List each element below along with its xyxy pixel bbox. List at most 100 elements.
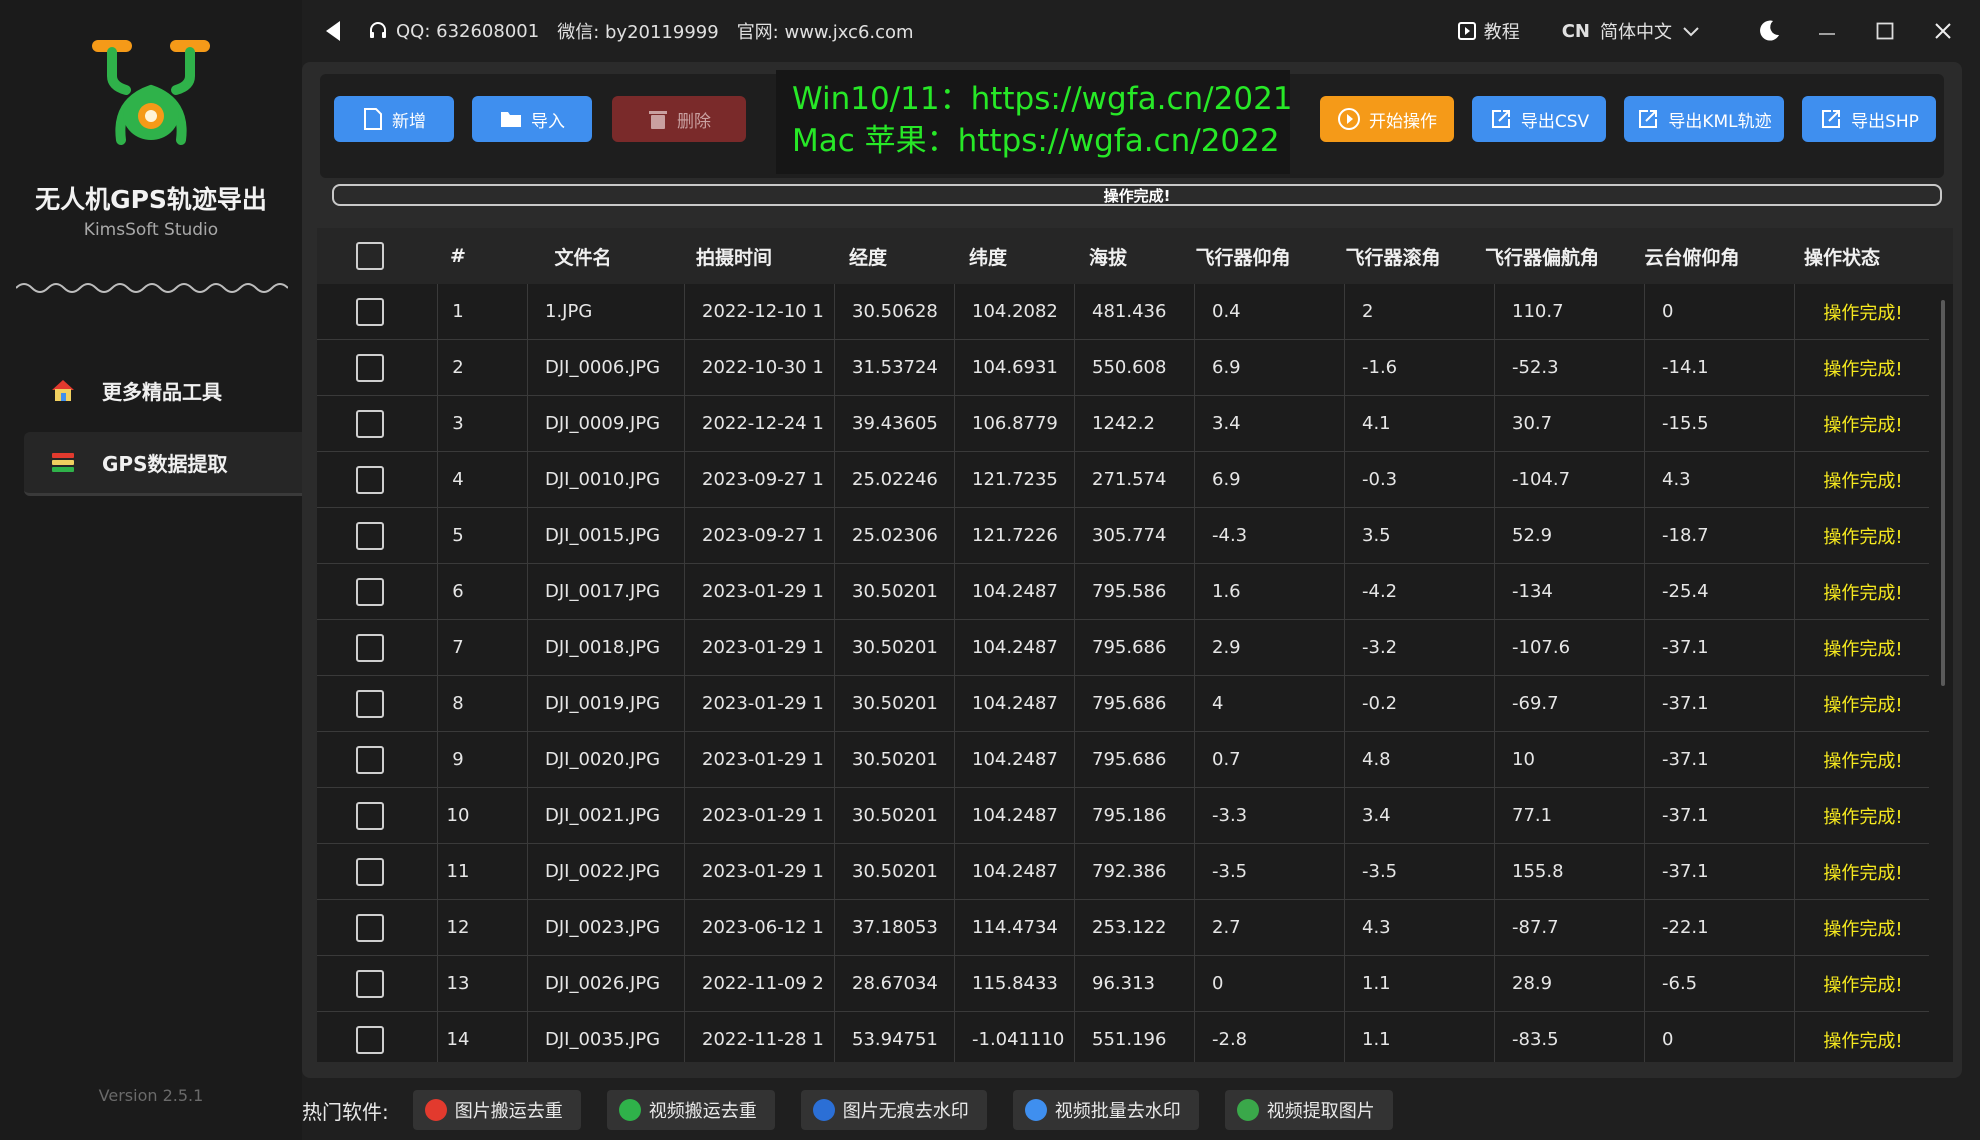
column-header-pitch[interactable]: 飞行器仰角 xyxy=(1169,228,1317,284)
table-row[interactable]: 1 1.JPG 2022-12-10 1 30.50628 104.2082 481.43… xyxy=(317,284,1929,340)
row-checkbox[interactable] xyxy=(356,913,384,942)
table-row[interactable]: 4 DJI_0010.JPG 2023-09-27 1 25.02246 121.723… xyxy=(317,452,1929,508)
cell-gimbal: 0 xyxy=(1662,301,1674,322)
promo-line-mac[interactable]: Mac 苹果：https://wgfa.cn/2022 xyxy=(792,120,1290,162)
row-checkbox[interactable] xyxy=(356,409,384,438)
row-checkbox[interactable] xyxy=(356,689,384,718)
export-shp-button[interactable]: 导出SHP xyxy=(1802,96,1936,142)
minimize-button[interactable] xyxy=(1798,0,1856,62)
row-select-cell[interactable] xyxy=(317,788,423,843)
row-checkbox[interactable] xyxy=(356,1025,384,1054)
table-row[interactable]: 14 DJI_0035.JPG 2022-11-28 1 53.94751 -1.041… xyxy=(317,1012,1929,1062)
sidebar-item-more-tools[interactable]: 更多精品工具 xyxy=(24,358,302,422)
column-header-index[interactable]: # xyxy=(433,228,483,284)
row-checkbox[interactable] xyxy=(356,577,384,606)
row-checkbox[interactable] xyxy=(356,521,384,550)
row-select-cell[interactable] xyxy=(317,900,423,955)
start-label: 开始操作 xyxy=(1369,111,1437,132)
table-scrollbar[interactable] xyxy=(1941,300,1945,686)
hot-software-item[interactable]: 图片无痕去水印 xyxy=(800,1090,987,1130)
add-button[interactable]: 新增 xyxy=(334,96,454,142)
column-header-filename[interactable]: 文件名 xyxy=(507,228,659,284)
row-select-cell[interactable] xyxy=(317,340,423,395)
maximize-button[interactable] xyxy=(1856,0,1914,62)
select-all-cell[interactable] xyxy=(317,228,423,284)
cell-index: 7 xyxy=(452,637,464,658)
row-select-cell[interactable] xyxy=(317,396,423,451)
column-header-time[interactable]: 拍摄时间 xyxy=(659,228,809,284)
qq-text: QQ: 632608001 xyxy=(396,20,540,42)
cell-gimbal: -25.4 xyxy=(1662,581,1709,602)
hot-software-label: 热门软件: xyxy=(302,1099,389,1124)
column-header-status[interactable]: 操作状态 xyxy=(1767,228,1917,284)
close-button[interactable] xyxy=(1914,0,1972,62)
back-button[interactable] xyxy=(308,0,358,62)
row-select-cell[interactable] xyxy=(317,284,423,339)
row-select-cell[interactable] xyxy=(317,844,423,899)
version-label: Version 2.5.1 xyxy=(98,1086,204,1105)
cell-longitude: 53.94751 xyxy=(852,1029,938,1050)
table-row[interactable]: 13 DJI_0026.JPG 2022-11-09 2 28.67034 115.84… xyxy=(317,956,1929,1012)
hot-software-item[interactable]: 视频搬运去重 xyxy=(606,1090,775,1130)
row-checkbox[interactable] xyxy=(356,745,384,774)
row-select-cell[interactable] xyxy=(317,956,423,1011)
website-text[interactable]: 官网: www.jxc6.com xyxy=(737,18,914,44)
column-header-latitude[interactable]: 纬度 xyxy=(929,228,1047,284)
layers-icon xyxy=(48,448,78,478)
cell-yaw: -87.7 xyxy=(1512,917,1559,938)
table-row[interactable]: 8 DJI_0019.JPG 2023-01-29 1 30.50201 104.248… xyxy=(317,676,1929,732)
table-row[interactable]: 6 DJI_0017.JPG 2023-01-29 1 30.50201 104.248… xyxy=(317,564,1929,620)
hot-software-item-label: 图片无痕去水印 xyxy=(842,1101,969,1122)
hot-software-item[interactable]: 视频批量去水印 xyxy=(1012,1090,1199,1130)
row-select-cell[interactable] xyxy=(317,732,423,787)
start-button[interactable]: 开始操作 xyxy=(1320,96,1454,142)
row-checkbox[interactable] xyxy=(356,969,384,998)
row-select-cell[interactable] xyxy=(317,620,423,675)
cell-altitude: 271.574 xyxy=(1092,469,1167,490)
export-kml-button[interactable]: 导出KML轨迹 xyxy=(1624,96,1784,142)
row-select-cell[interactable] xyxy=(317,564,423,619)
table-row[interactable]: 10 DJI_0021.JPG 2023-01-29 1 30.50201 104.24… xyxy=(317,788,1929,844)
row-checkbox[interactable] xyxy=(356,297,384,326)
sidebar-item-gps-extract[interactable]: GPS数据提取 xyxy=(24,432,302,496)
table-row[interactable]: 12 DJI_0023.JPG 2023-06-12 1 37.18053 114.47… xyxy=(317,900,1929,956)
tutorial-button[interactable]: 教程 xyxy=(1457,18,1520,44)
table-row[interactable]: 3 DJI_0009.JPG 2022-12-24 1 39.43605 106.877… xyxy=(317,396,1929,452)
promo-line-win[interactable]: Win10/11：https://wgfa.cn/2021 xyxy=(792,78,1293,120)
play-circle-icon xyxy=(1338,108,1360,130)
column-header-gimbal[interactable]: 云台俯仰角 xyxy=(1617,228,1767,284)
row-checkbox[interactable] xyxy=(356,353,384,382)
table-row[interactable]: 2 DJI_0006.JPG 2022-10-30 1 31.53724 104.693… xyxy=(317,340,1929,396)
cell-time: 2023-06-12 1 xyxy=(702,917,824,938)
cell-latitude: 104.2487 xyxy=(972,637,1058,658)
row-checkbox[interactable] xyxy=(356,857,384,886)
row-select-cell[interactable] xyxy=(317,1012,423,1062)
table-row[interactable]: 9 DJI_0020.JPG 2023-01-29 1 30.50201 104.248… xyxy=(317,732,1929,788)
row-checkbox[interactable] xyxy=(356,465,384,494)
cell-status: 操作完成! xyxy=(1823,358,1903,380)
hot-software-item[interactable]: 图片搬运去重 xyxy=(412,1090,581,1130)
row-checkbox[interactable] xyxy=(356,801,384,830)
column-header-longitude[interactable]: 经度 xyxy=(809,228,927,284)
cell-roll: -3.5 xyxy=(1362,861,1398,882)
app-subtitle: KimsSoft Studio xyxy=(83,220,219,240)
app-icon xyxy=(618,1099,641,1121)
dark-mode-toggle[interactable] xyxy=(1740,0,1798,62)
select-all-checkbox[interactable] xyxy=(356,242,384,270)
row-select-cell[interactable] xyxy=(317,452,423,507)
table-row[interactable]: 7 DJI_0018.JPG 2023-01-29 1 30.50201 104.248… xyxy=(317,620,1929,676)
export-csv-button[interactable]: 导出CSV xyxy=(1472,96,1606,142)
import-button[interactable]: 导入 xyxy=(472,96,592,142)
delete-button[interactable]: 删除 xyxy=(612,96,746,142)
row-select-cell[interactable] xyxy=(317,508,423,563)
table-row[interactable]: 11 DJI_0022.JPG 2023-01-29 1 30.50201 104.24… xyxy=(317,844,1929,900)
column-header-roll[interactable]: 飞行器滚角 xyxy=(1319,228,1467,284)
row-select-cell[interactable] xyxy=(317,676,423,731)
column-header-yaw[interactable]: 飞行器偏航角 xyxy=(1467,228,1617,284)
cell-status: 操作完成! xyxy=(1823,918,1903,940)
table-row[interactable]: 5 DJI_0015.JPG 2023-09-27 1 25.02306 121.722… xyxy=(317,508,1929,564)
language-select[interactable]: CN 简体中文 xyxy=(1562,18,1700,44)
column-header-altitude[interactable]: 海拔 xyxy=(1049,228,1167,284)
hot-software-item[interactable]: 视频提取图片 xyxy=(1224,1090,1393,1130)
row-checkbox[interactable] xyxy=(356,633,384,662)
